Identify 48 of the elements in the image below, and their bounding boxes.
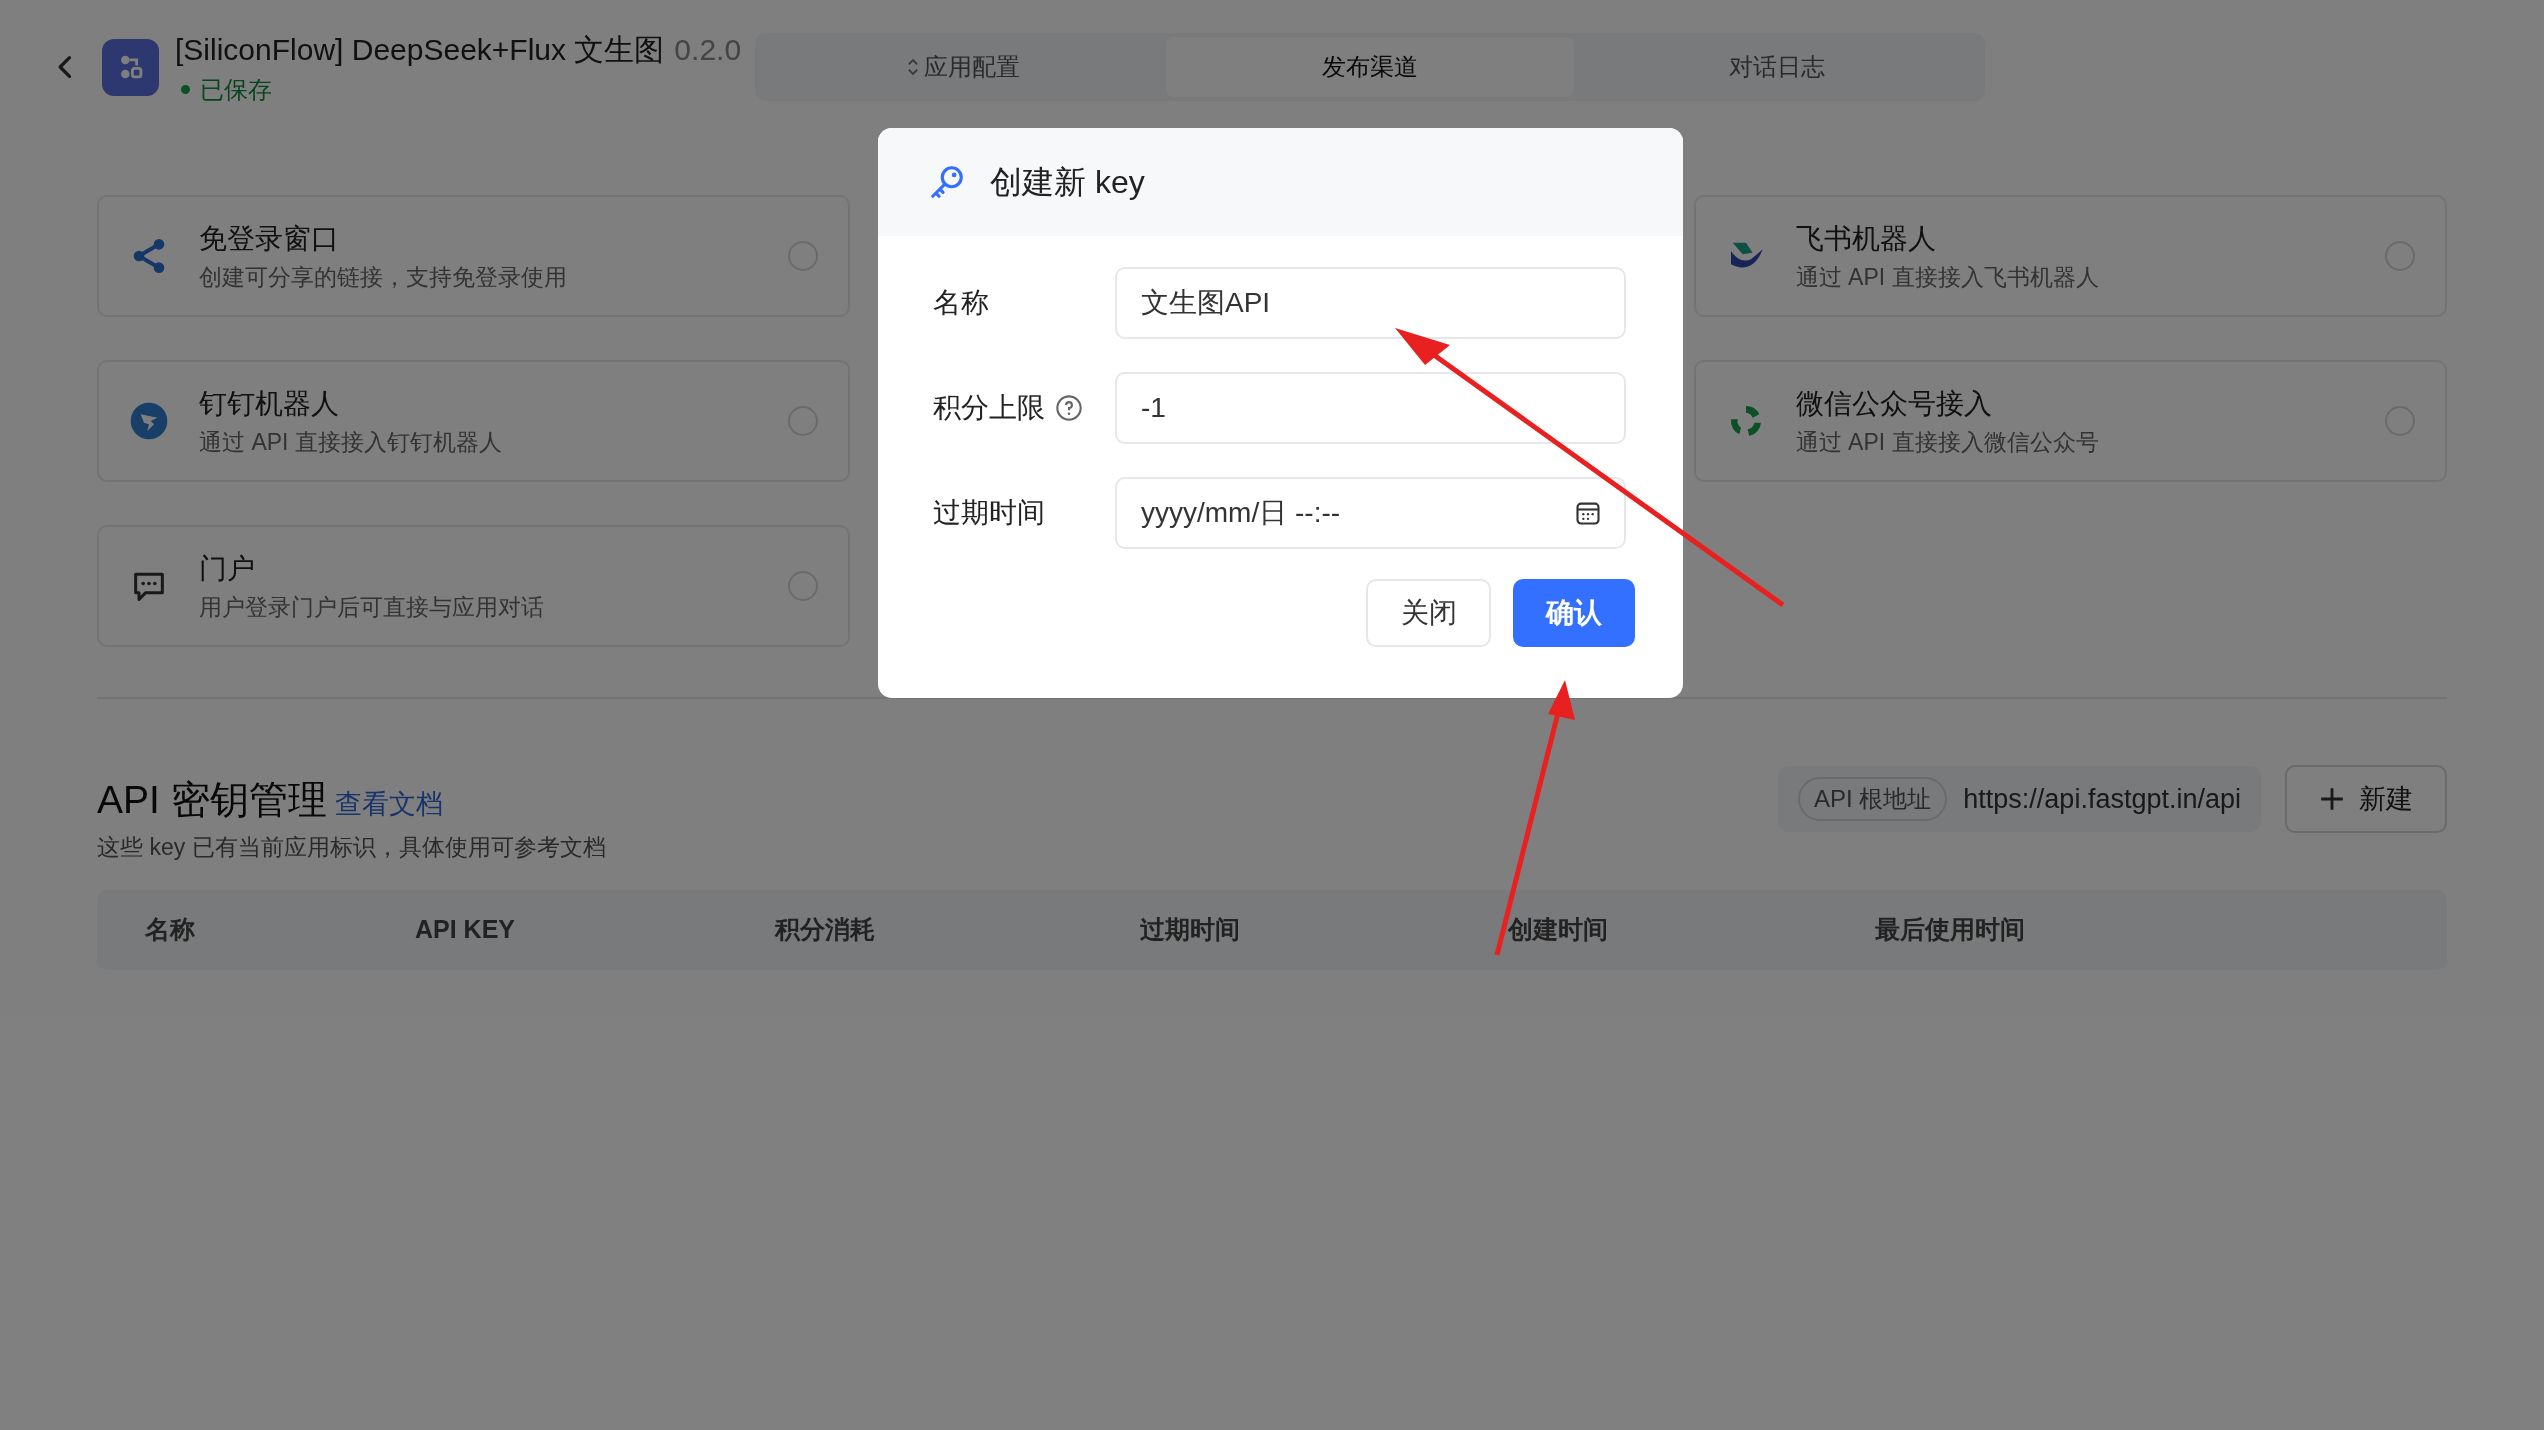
docs-link[interactable]: 查看文档 [334,784,443,825]
base-url-text: https://api.fastgpt.in/api [1963,782,2241,816]
column-header: 创建时间 [1508,914,1609,946]
channel-card[interactable]: 飞书机器人 通过 API 直接接入飞书机器人 [1693,195,2447,317]
help-icon[interactable] [1055,394,1083,422]
sort-icon [905,56,920,78]
section-title: API 密钥管理 [97,777,327,823]
close-button[interactable]: 关闭 [1366,579,1491,647]
version-label: 0.2.0 [674,31,742,68]
plus-icon [2319,786,2345,812]
dialog-title: 创建新 key [990,163,1145,202]
tab[interactable]: 发布渠道 [1166,37,1574,97]
save-status: 已保存 [200,74,272,105]
channel-title: 门户 [199,551,256,586]
channel-title: 钉钉机器人 [199,386,340,421]
channel-title: 飞书机器人 [1795,221,1937,256]
date-time-field[interactable]: yyyy/mm/日 --:-- [1115,477,1626,549]
new-button[interactable]: 新建 [2285,765,2447,833]
column-header: API KEY [415,914,517,946]
channel-description: 通过 API 直接接入微信公众号 [1795,427,2100,457]
base-url-label: API 根地址 [1797,777,1948,821]
bird-icon [129,401,169,441]
column-header: 过期时间 [1140,914,1241,946]
channel-description: 创建可分享的链接，支持免登录使用 [199,262,568,292]
channel-card[interactable]: 微信公众号接入 通过 API 直接接入微信公众号 [1693,360,2447,482]
channel-card[interactable]: 免登录窗口 创建可分享的链接，支持免登录使用 [97,195,851,317]
key-icon [928,163,966,201]
section-subtitle: 这些 key 已有当前应用标识，具体使用可参考文档 [97,832,606,862]
column-header: 最后使用时间 [1875,914,2026,946]
channel-description: 通过 API 直接接入钉钉机器人 [199,427,503,457]
tab[interactable]: 对话日志 [1573,37,1981,97]
channel-card[interactable]: 门户 用户登录门户后可直接与应用对话 [97,525,851,647]
confirm-button[interactable]: 确认 [1513,579,1635,647]
field-label: 名称 [933,286,989,320]
field-label: 过期时间 [933,496,1045,530]
channel-card[interactable]: 钉钉机器人 通过 API 直接接入钉钉机器人 [97,360,851,482]
app-title: [SiliconFlow] DeepSeek+Flux 文生图 [175,31,665,68]
channel-title: 免登录窗口 [199,221,340,256]
channel-description: 通过 API 直接接入飞书机器人 [1795,262,2100,292]
app-icon [102,38,159,96]
column-header: 积分消耗 [775,914,876,946]
channel-description: 用户登录门户后可直接与应用对话 [199,592,545,622]
tab[interactable]: 应用配置 [759,37,1167,97]
input-field[interactable]: 文生图API [1115,267,1626,339]
channel-title: 微信公众号接入 [1795,386,1993,421]
field-label: 积分上限 [933,391,1045,425]
input-field[interactable]: -1 [1115,372,1626,444]
column-header: 名称 [145,914,196,946]
